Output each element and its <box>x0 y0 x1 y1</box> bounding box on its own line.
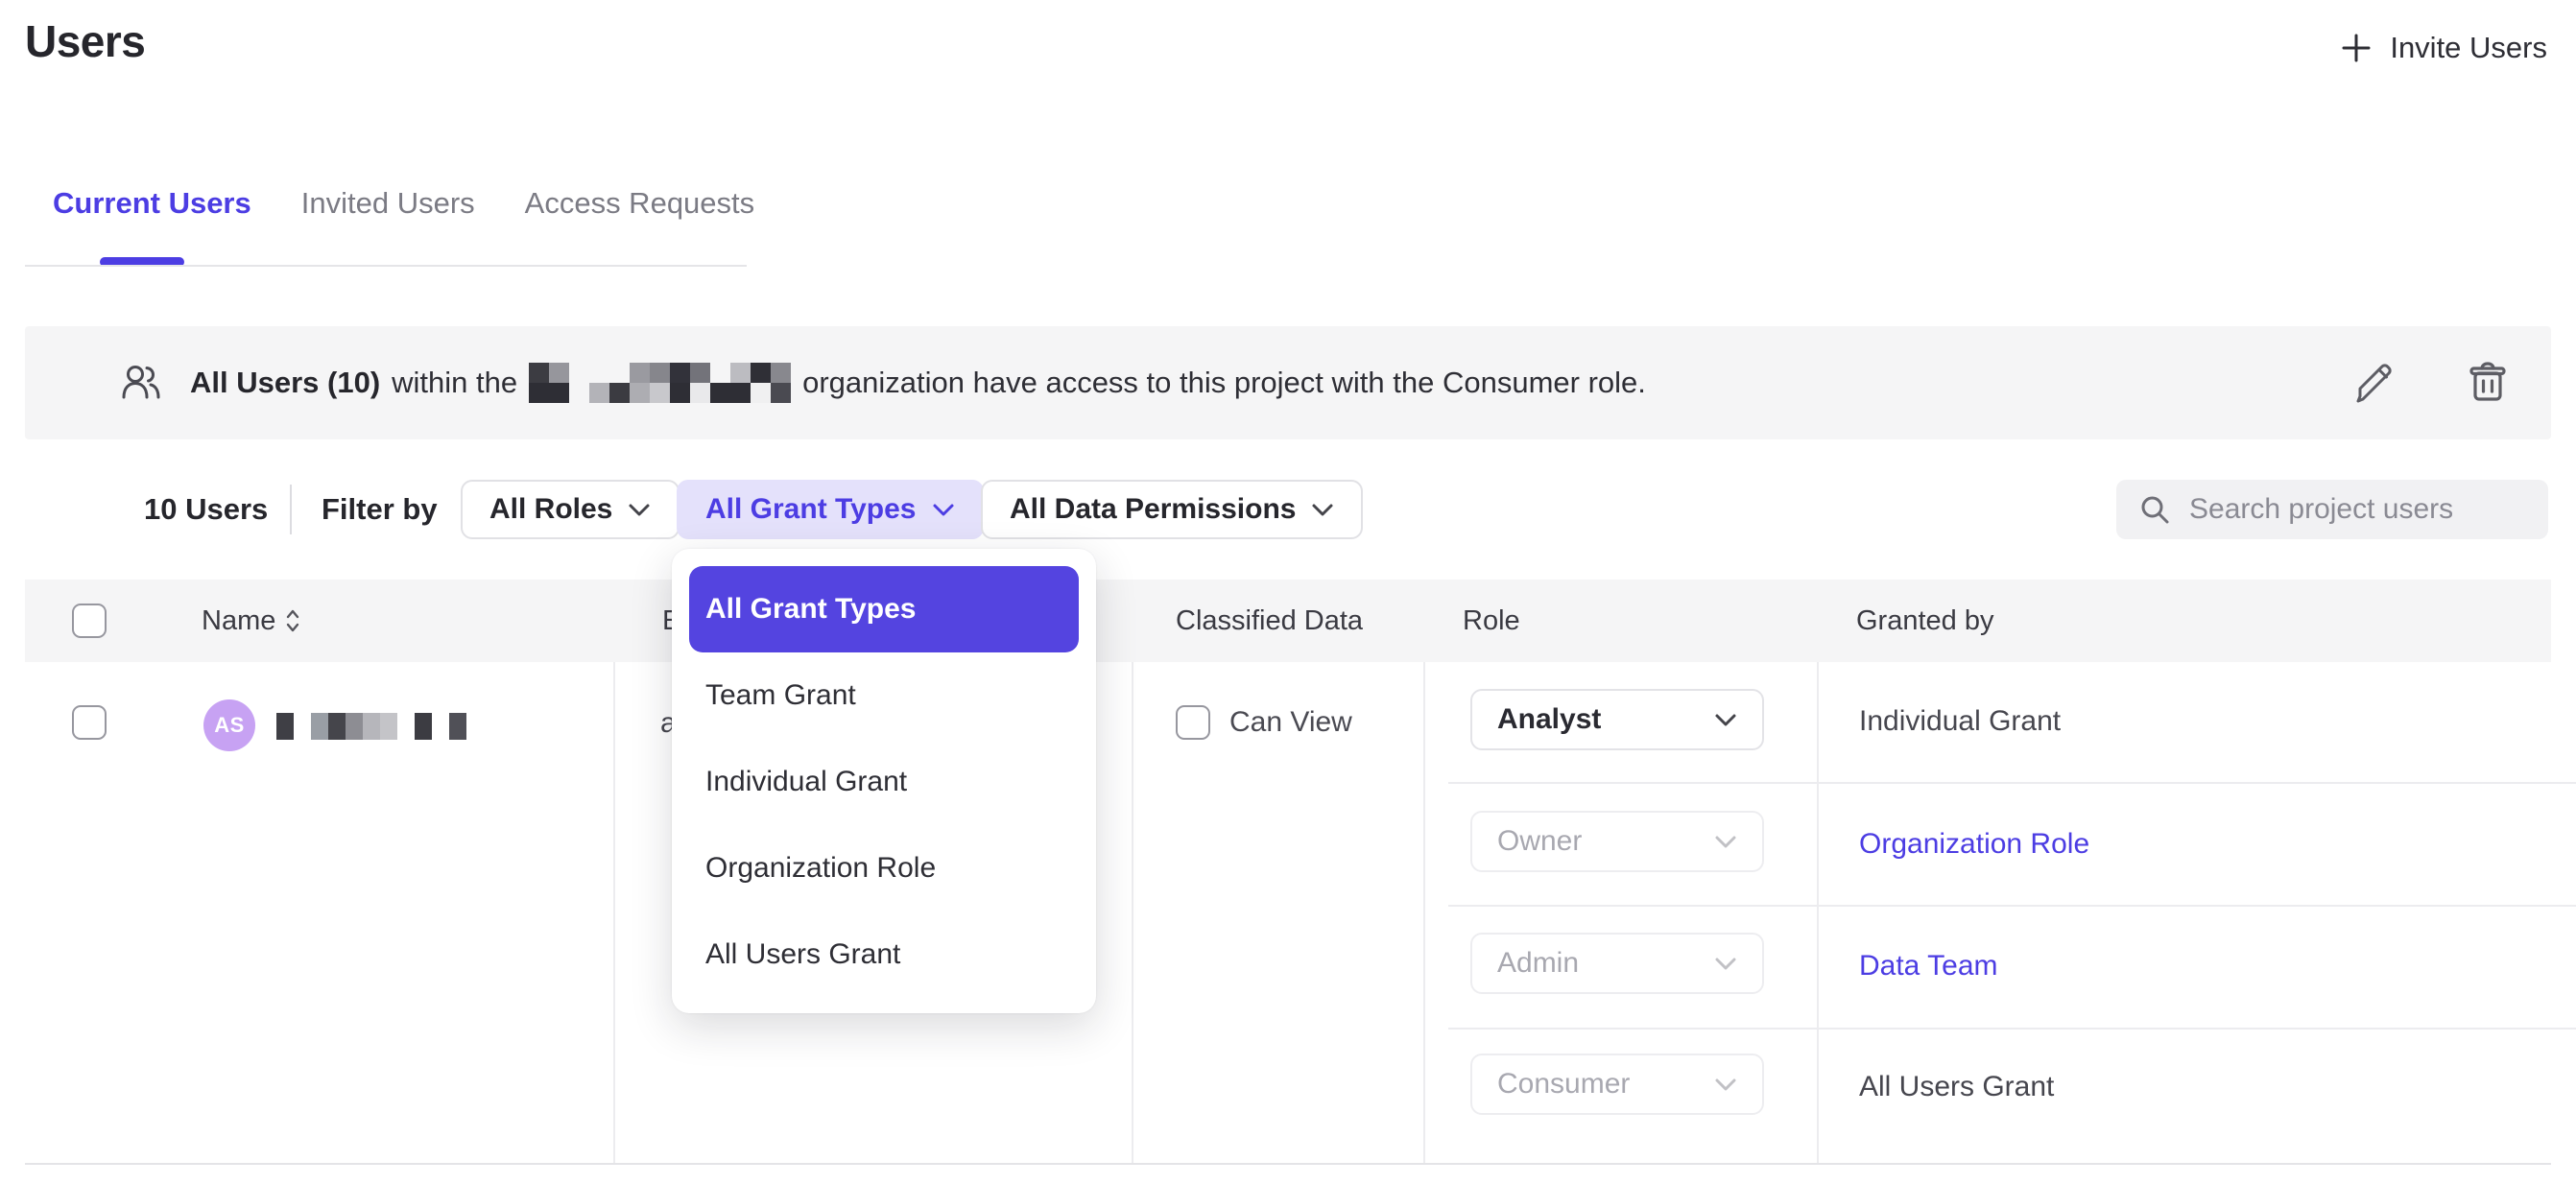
page-title: Users <box>25 15 145 67</box>
column-header-role[interactable]: Role <box>1463 580 1520 662</box>
role-select-value: Admin <box>1497 947 1579 980</box>
pencil-icon <box>2351 361 2396 405</box>
all-roles-filter-button[interactable]: All Roles <box>461 480 680 539</box>
column-divider <box>1132 662 1133 1163</box>
search-project-users-box <box>2116 480 2548 539</box>
row-divider <box>1448 905 2576 907</box>
redacted-org-name <box>529 363 791 403</box>
banner-bold-text: All Users (10) <box>190 366 380 400</box>
chevron-down-icon <box>1714 713 1737 727</box>
chevron-down-icon <box>628 503 651 517</box>
column-divider <box>1423 662 1425 1163</box>
role-select-value: Analyst <box>1497 703 1601 736</box>
granted-by-header-label: Granted by <box>1856 605 1993 637</box>
delete-banner-button[interactable] <box>2467 361 2509 405</box>
role-select-analyst[interactable]: Analyst <box>1470 689 1764 750</box>
sort-updown-icon[interactable] <box>285 606 300 635</box>
invite-users-button[interactable]: Invite Users <box>2340 31 2547 65</box>
banner-text-before-org: within the <box>392 366 517 400</box>
search-icon <box>2139 494 2170 525</box>
tab-access-requests[interactable]: Access Requests <box>525 186 755 221</box>
chevron-down-icon <box>1714 835 1737 849</box>
role-select-value: Owner <box>1497 825 1582 858</box>
redacted-user-name <box>276 713 466 740</box>
banner-text-after-org: organization have access to this project… <box>802 366 1646 400</box>
column-divider <box>613 662 615 1163</box>
role-select-admin: Admin <box>1470 933 1764 994</box>
menu-item-team-grant[interactable]: Team Grant <box>672 652 1096 739</box>
column-divider <box>1817 662 1819 1163</box>
select-all-checkbox[interactable] <box>72 604 107 638</box>
avatar: AS <box>203 699 255 751</box>
column-header-classified-data[interactable]: Classified Data <box>1176 580 1363 662</box>
granted-by-data-team-link[interactable]: Data Team <box>1859 950 1998 983</box>
row-divider <box>1448 782 2576 784</box>
row-divider <box>25 1163 2551 1165</box>
menu-item-organization-role[interactable]: Organization Role <box>672 825 1096 912</box>
table-header: Name E Classified Data Role Granted by <box>25 580 2551 662</box>
filter-divider <box>290 485 292 534</box>
chevron-down-icon <box>1311 503 1334 517</box>
tab-baseline-divider <box>25 265 747 267</box>
tab-invited-users[interactable]: Invited Users <box>301 186 475 221</box>
role-select-consumer: Consumer <box>1470 1054 1764 1115</box>
edit-banner-button[interactable] <box>2351 361 2396 405</box>
granted-by-all-users-grant: All Users Grant <box>1859 1071 2054 1103</box>
search-input[interactable] <box>2189 493 2560 526</box>
tab-bar: Current Users Invited Users Access Reque… <box>53 186 754 221</box>
all-grant-types-filter-button[interactable]: All Grant Types <box>677 480 984 539</box>
all-grant-types-label: All Grant Types <box>705 493 917 526</box>
plus-icon <box>2340 32 2373 64</box>
granted-by-organization-role-link[interactable]: Organization Role <box>1859 828 2089 861</box>
role-select-value: Consumer <box>1497 1068 1630 1101</box>
all-data-permissions-label: All Data Permissions <box>1010 493 1296 526</box>
classified-data-cell: Can View <box>1176 705 1352 740</box>
column-header-granted-by[interactable]: Granted by <box>1856 580 1993 662</box>
users-page: Users Invite Users Current Users Invited… <box>0 0 2576 1184</box>
can-view-label: Can View <box>1229 706 1352 739</box>
all-roles-label: All Roles <box>489 493 612 526</box>
row-divider <box>1448 1028 2576 1030</box>
users-icon <box>119 361 163 405</box>
menu-item-all-grant-types[interactable]: All Grant Types <box>689 566 1079 652</box>
can-view-checkbox[interactable] <box>1176 705 1210 740</box>
tab-current-users[interactable]: Current Users <box>53 186 251 221</box>
classified-data-header-label: Classified Data <box>1176 605 1363 637</box>
chevron-down-icon <box>932 503 955 517</box>
menu-item-individual-grant[interactable]: Individual Grant <box>672 739 1096 825</box>
all-users-banner: All Users (10) within the organization h… <box>25 326 2551 439</box>
chevron-down-icon <box>1714 957 1737 971</box>
grant-types-dropdown-menu: All Grant Types Team Grant Individual Gr… <box>672 549 1096 1013</box>
column-header-name[interactable]: Name <box>202 580 300 662</box>
role-select-owner: Owner <box>1470 811 1764 872</box>
trash-icon <box>2467 361 2509 405</box>
user-count-label: 10 Users <box>144 492 268 527</box>
invite-users-label: Invite Users <box>2390 31 2547 65</box>
role-header-label: Role <box>1463 605 1520 637</box>
filter-by-label: Filter by <box>322 492 438 527</box>
granted-by-individual-grant: Individual Grant <box>1859 705 2061 738</box>
chevron-down-icon <box>1714 1077 1737 1092</box>
name-header-label: Name <box>202 605 275 637</box>
menu-item-all-users-grant[interactable]: All Users Grant <box>672 912 1096 998</box>
banner-text: All Users (10) within the organization h… <box>190 363 1646 403</box>
row-select-checkbox[interactable] <box>72 705 107 740</box>
all-data-permissions-filter-button[interactable]: All Data Permissions <box>981 480 1363 539</box>
